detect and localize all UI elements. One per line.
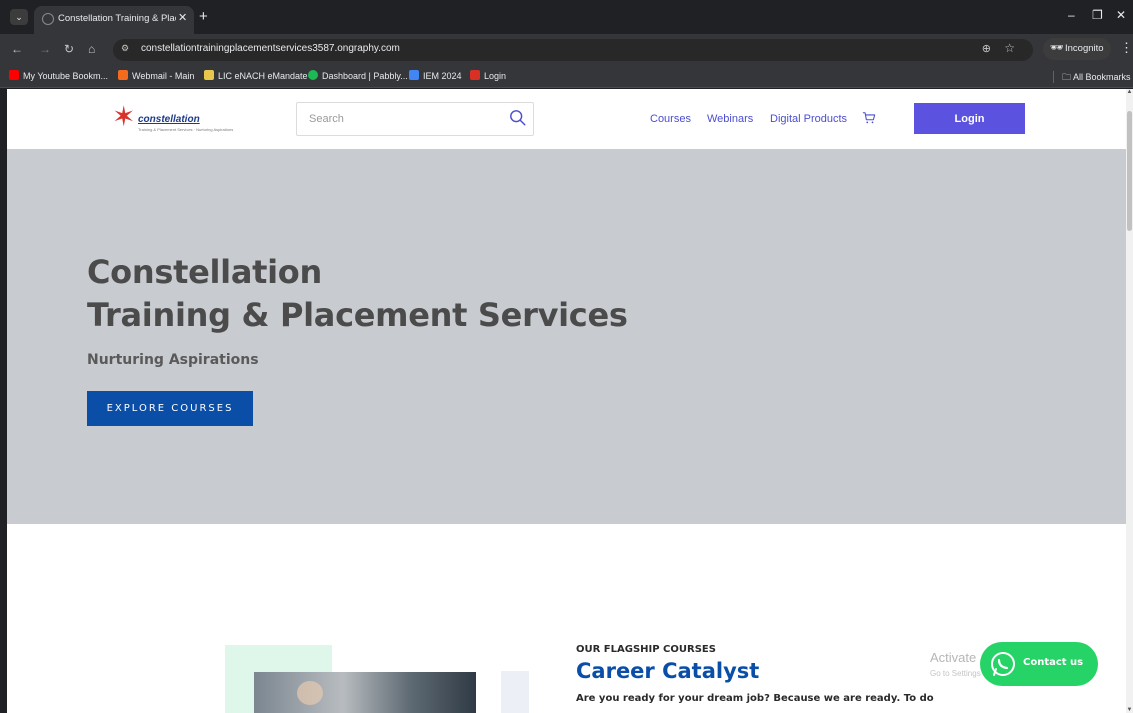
course-image [254,672,476,713]
tab-title: Constellation Training & Placem [58,13,176,24]
page-viewport: ✶ constellation Training & Placement Ser… [7,89,1126,713]
folder-icon: 🗀 [1062,72,1074,82]
logo-tagline: Training & Placement Services · Nurturin… [138,127,234,132]
bookmarks-bar: My Youtube Bookm... Webmail - Main LIC e… [0,66,1133,88]
tab-favicon-icon [42,13,54,25]
pabbly-icon [308,70,318,80]
page-scrollbar[interactable]: ▲ ▼ [1126,89,1133,713]
whatsapp-contact-button[interactable]: Contact us [980,642,1098,686]
cart-icon[interactable] [862,111,876,125]
address-bar[interactable]: ⚙ constellationtrainingplacementservices… [113,39,1033,61]
course-title[interactable]: Career Catalyst [576,659,759,683]
logo-star-icon: ✶ [112,101,136,132]
incognito-icon: 🕶 [1050,42,1064,54]
course-description: Are you ready for your dream job? Becaus… [576,693,934,704]
bookmark-lic[interactable]: LIC eNACH eMandate [204,70,308,81]
browser-tab-bar: ⌄ Constellation Training & Placem ✕ + – … [0,0,1133,34]
nav-courses[interactable]: Courses [650,113,691,125]
drive-icon [409,70,419,80]
incognito-badge[interactable]: 🕶 Incognito [1043,38,1111,60]
webmail-icon [118,70,128,80]
bookmark-pabbly[interactable]: Dashboard | Pabbly... [308,70,408,81]
bookmark-iem[interactable]: IEM 2024 [409,70,462,81]
browser-menu-icon[interactable]: ⋮ [1120,40,1133,56]
back-icon[interactable]: ← [11,42,23,56]
site-logo[interactable]: ✶ constellation Training & Placement Ser… [112,101,233,139]
incognito-label: Incognito [1065,43,1104,54]
login-bookmark-icon [470,70,480,80]
minimize-icon[interactable]: – [1068,8,1075,22]
tab-close-icon[interactable]: ✕ [178,11,187,24]
restore-icon[interactable]: ❐ [1092,8,1103,22]
browser-toolbar: ← → ↻ ⌂ ⚙ constellationtrainingplacement… [0,34,1133,66]
url-text: constellationtrainingplacementservices35… [141,43,400,54]
close-window-icon[interactable]: ✕ [1116,8,1126,22]
nav-webinars[interactable]: Webinars [707,113,753,125]
all-bookmarks[interactable]: 🗀 All Bookmarks [1062,70,1131,86]
bookmark-webmail[interactable]: Webmail - Main [118,70,194,81]
explore-courses-button[interactable]: EXPLORE COURSES [87,391,253,426]
logo-text: constellation [138,114,200,125]
youtube-icon [9,70,19,80]
flagship-label: OUR FLAGSHIP COURSES [576,644,716,655]
search-input[interactable] [297,103,497,135]
hero-title-line1: Constellation [87,253,322,291]
bookmark-star-icon[interactable]: ☆ [1004,41,1015,55]
bookmark-youtube[interactable]: My Youtube Bookm... [9,70,108,81]
scrollbar-thumb[interactable] [1127,111,1132,231]
forward-icon[interactable]: → [39,42,51,56]
new-tab-icon[interactable]: + [199,8,208,25]
hero-title: Constellation Training & Placement Servi… [87,251,628,337]
bookmark-login[interactable]: Login [470,70,506,81]
browser-tab[interactable]: Constellation Training & Placem ✕ [34,6,194,34]
contact-us-label: Contact us [1023,657,1084,668]
reload-icon[interactable]: ↻ [64,42,74,56]
zoom-icon[interactable]: ⊕ [982,42,991,55]
whatsapp-icon [991,652,1015,676]
search-icon[interactable] [509,109,527,127]
site-header: ✶ constellation Training & Placement Ser… [7,89,1126,149]
site-info-icon[interactable]: ⚙ [121,43,129,54]
hero-title-line2: Training & Placement Services [87,296,628,334]
home-icon[interactable]: ⌂ [88,42,95,56]
search-box [296,102,534,136]
scroll-up-icon[interactable]: ▲ [1126,89,1133,95]
tab-search-icon[interactable]: ⌄ [10,9,28,25]
lic-icon [204,70,214,80]
hero-subtitle: Nurturing Aspirations [87,352,259,368]
nav-digital-products[interactable]: Digital Products [770,113,847,125]
bookmarks-separator [1053,71,1054,83]
login-button[interactable]: Login [914,103,1025,134]
windows-watermark-title: Activate [930,650,977,665]
scroll-down-icon[interactable]: ▼ [1126,707,1133,713]
course-image-figure [297,681,323,705]
hero-banner: Constellation Training & Placement Servi… [7,149,1126,524]
course-image-edge [501,671,529,713]
